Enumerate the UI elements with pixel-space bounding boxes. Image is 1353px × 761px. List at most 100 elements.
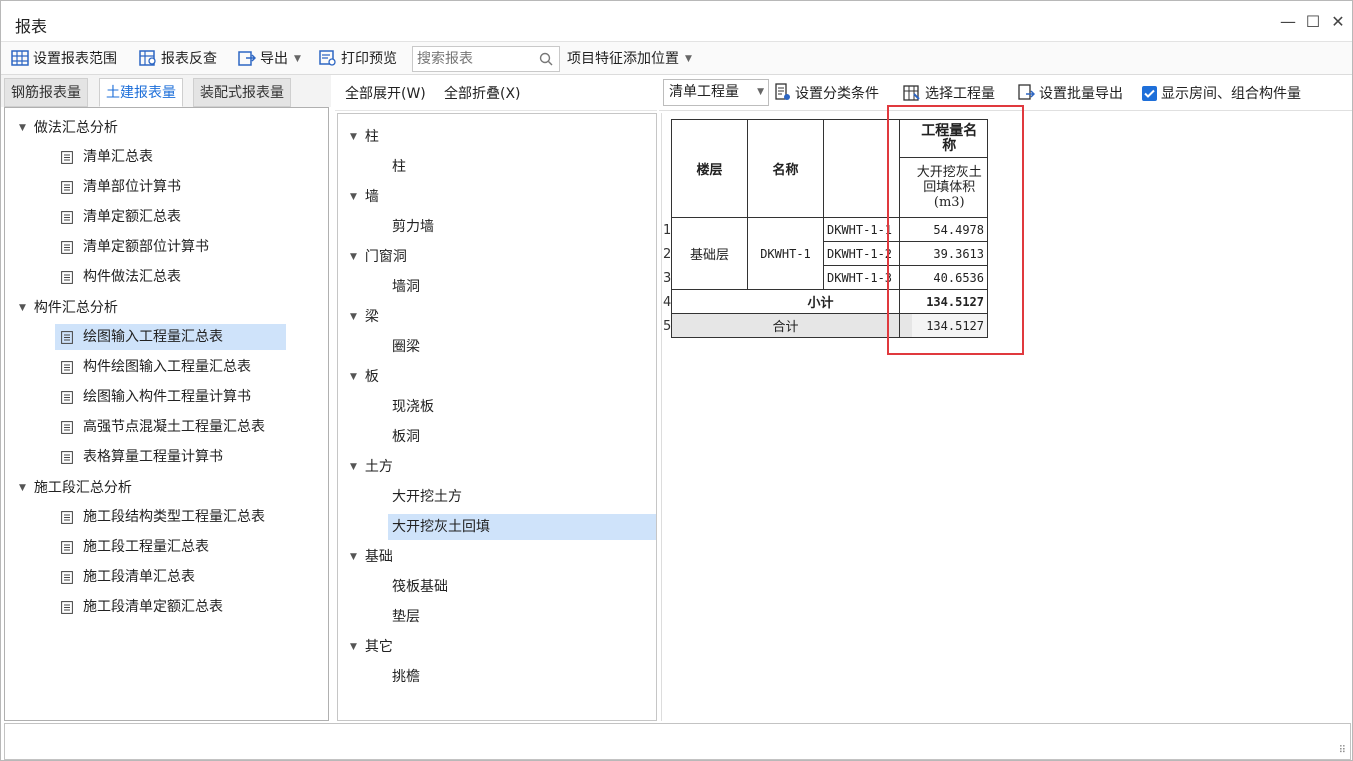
tree-group[interactable]: ▼ 板	[350, 367, 379, 387]
category-icon	[775, 83, 790, 100]
tree-group-stage[interactable]: ▼ 施工段汇总分析	[19, 478, 132, 498]
window-title: 报表	[15, 17, 48, 36]
search-box[interactable]	[412, 46, 560, 72]
chevron-down-icon: ▼	[757, 87, 764, 97]
tree-item[interactable]: 清单定额部位计算书	[55, 234, 215, 260]
tab-prefab[interactable]: 装配式报表量	[193, 78, 291, 107]
search-input[interactable]	[413, 47, 533, 71]
tree-group-component[interactable]: ▼ 构件汇总分析	[19, 298, 118, 318]
tree-group[interactable]: ▼ 土方	[350, 457, 393, 477]
cell-name: DKWHT-1	[747, 217, 824, 290]
component-toolbar: 全部展开(W) 全部折叠(X)	[335, 75, 657, 111]
expand-arrow-icon: ▼	[350, 192, 357, 202]
tree-item[interactable]: 筏板基础	[388, 574, 452, 600]
close-button[interactable]: ✕	[1326, 11, 1350, 33]
tree-group-method[interactable]: ▼ 做法汇总分析	[19, 118, 118, 138]
checkbox-checked-icon	[1142, 86, 1157, 101]
minimize-button[interactable]: —	[1276, 11, 1300, 33]
batch-export-button[interactable]: 设置批量导出	[1017, 83, 1123, 105]
tree-item[interactable]: 施工段结构类型工程量汇总表	[55, 504, 271, 530]
select-quantity-button[interactable]: 选择工程量	[903, 83, 995, 105]
report-icon	[61, 541, 73, 554]
report-icon	[61, 361, 73, 374]
expand-arrow-icon: ▼	[350, 642, 357, 652]
chevron-down-icon: ▼	[294, 54, 301, 64]
tree-item[interactable]: 表格算量工程量计算书	[55, 444, 229, 470]
tree-group[interactable]: ▼ 柱	[350, 127, 379, 147]
tree-item[interactable]: 垫层	[388, 604, 424, 630]
report-icon	[61, 601, 73, 614]
tree-item[interactable]: 板洞	[388, 424, 424, 450]
export-button[interactable]: 导出 ▼	[238, 48, 301, 70]
reverse-check-button[interactable]: 报表反查	[139, 48, 217, 70]
tree-item-selected[interactable]: 大开挖灰土回填	[388, 514, 656, 540]
report-icon	[61, 211, 73, 224]
tree-item[interactable]: 剪力墙	[388, 214, 438, 240]
report-tree: ▼ 做法汇总分析 清单汇总表 清单部位计算书 清单定额汇总表 清单定额部位计算书 …	[4, 107, 329, 721]
tree-item[interactable]: 现浇板	[388, 394, 438, 420]
show-rooms-checkbox[interactable]: 显示房间、组合构件量	[1142, 83, 1301, 105]
main-toolbar: 设置报表范围 报表反查 导出▼ 打印预览 项目特征添加位置▼	[1, 41, 1352, 75]
report-icon	[61, 151, 73, 164]
tree-item[interactable]: 大开挖土方	[388, 484, 466, 510]
report-icon	[61, 391, 73, 404]
collapse-all-button[interactable]: 全部折叠(X)	[444, 83, 521, 105]
tree-item[interactable]: 构件绘图输入工程量汇总表	[55, 354, 257, 380]
expand-arrow-icon: ▼	[350, 552, 357, 562]
quantity-type-select[interactable]: 清单工程量 ▼	[663, 79, 769, 106]
report-window: 报表 — ☐ ✕ 设置报表范围 报表反查 导出▼ 打印预览 项目特征添加位置▼ …	[0, 0, 1353, 761]
tree-item[interactable]: 施工段工程量汇总表	[55, 534, 215, 560]
expand-arrow-icon: ▼	[350, 132, 357, 142]
expand-arrow-icon: ▼	[350, 372, 357, 382]
tree-item[interactable]: 高强节点混凝土工程量汇总表	[55, 414, 271, 440]
header-name: 名称	[747, 119, 824, 218]
component-tree: ▼ 柱 柱 ▼ 墙 剪力墙 ▼ 门窗洞 墙洞 ▼ 梁 圈梁 ▼ 板 现浇板 板洞 ▼ 土方 …	[337, 113, 657, 721]
subtotal-label: 小计	[747, 289, 900, 314]
tree-item[interactable]: 施工段清单汇总表	[55, 564, 201, 590]
print-preview-button[interactable]: 打印预览	[319, 48, 397, 70]
cell-floor: 基础层	[671, 217, 748, 290]
grid-icon	[11, 50, 29, 66]
maximize-button[interactable]: ☐	[1301, 11, 1325, 33]
tree-item[interactable]: 构件做法汇总表	[55, 264, 187, 290]
expand-arrow-icon: ▼	[350, 252, 357, 262]
tree-group[interactable]: ▼ 梁	[350, 307, 379, 327]
cell-blank	[671, 289, 748, 314]
tree-item[interactable]: 绘图输入构件工程量计算书	[55, 384, 257, 410]
select-grid-icon	[903, 85, 920, 101]
tree-item[interactable]: 施工段清单定额汇总表	[55, 594, 229, 620]
report-type-tabs: 钢筋报表量 土建报表量 装配式报表量	[1, 75, 331, 107]
expand-arrow-icon: ▼	[19, 483, 26, 493]
header-floor: 楼层	[671, 119, 748, 218]
tree-item[interactable]: 清单汇总表	[55, 144, 159, 170]
report-icon	[61, 181, 73, 194]
tree-item[interactable]: 柱	[388, 154, 410, 180]
tree-group[interactable]: ▼ 墙	[350, 187, 379, 207]
tree-group[interactable]: ▼ 基础	[350, 547, 393, 567]
chevron-down-icon: ▼	[685, 54, 692, 64]
expand-arrow-icon: ▼	[350, 462, 357, 472]
set-range-button[interactable]: 设置报表范围	[11, 48, 117, 70]
set-category-button[interactable]: 设置分类条件	[775, 83, 879, 105]
tree-item-selected[interactable]: 绘图输入工程量汇总表	[55, 324, 286, 350]
tree-group[interactable]: ▼ 门窗洞	[350, 247, 407, 267]
batch-export-icon	[1018, 84, 1035, 100]
total-label: 合计	[671, 313, 900, 338]
resize-grip-icon[interactable]: ⠿	[1339, 745, 1346, 756]
expand-arrow-icon: ▼	[350, 312, 357, 322]
tree-item[interactable]: 墙洞	[388, 274, 424, 300]
feature-position-dropdown[interactable]: 项目特征添加位置 ▼	[567, 48, 692, 70]
export-icon	[238, 51, 256, 66]
expand-all-button[interactable]: 全部展开(W)	[345, 83, 426, 105]
tree-group[interactable]: ▼ 其它	[350, 637, 393, 657]
tree-item[interactable]: 清单定额汇总表	[55, 204, 187, 230]
tree-item[interactable]: 圈梁	[388, 334, 424, 360]
tab-rebar[interactable]: 钢筋报表量	[4, 78, 88, 107]
status-bar: ⠿	[4, 723, 1351, 760]
print-preview-icon	[319, 50, 336, 66]
tree-item[interactable]: 挑檐	[388, 664, 424, 690]
tab-civil[interactable]: 土建报表量	[99, 78, 183, 107]
tree-item[interactable]: 清单部位计算书	[55, 174, 187, 200]
report-icon	[61, 271, 73, 284]
title-bar: 报表 — ☐ ✕	[1, 1, 1352, 41]
